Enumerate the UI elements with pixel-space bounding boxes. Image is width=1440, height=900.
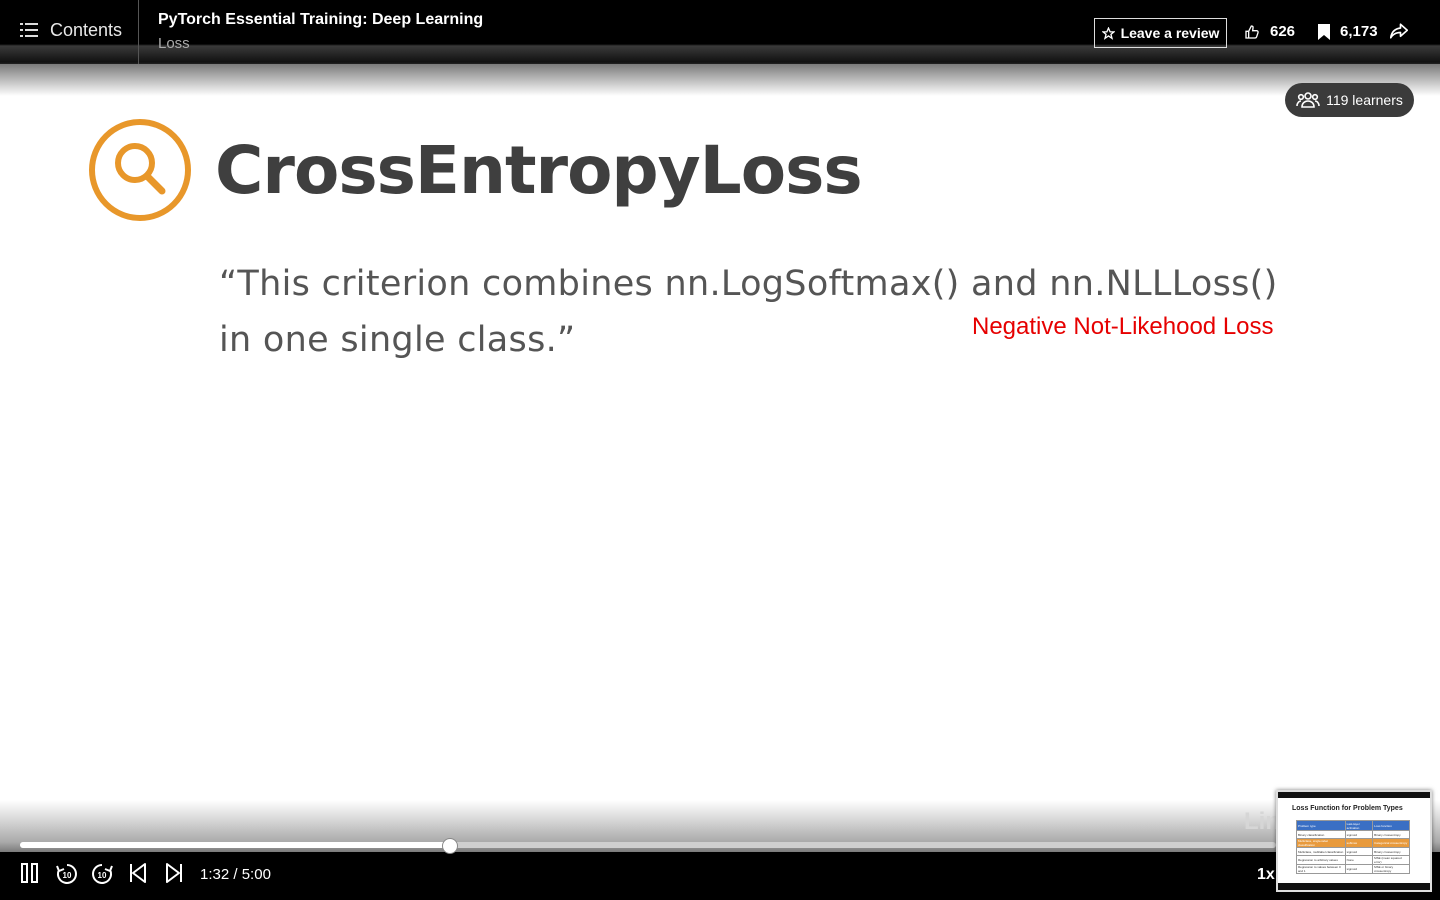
course-title: PyTorch Essential Training: Deep Learnin…	[158, 11, 484, 28]
learners-badge[interactable]: 119 learners	[1285, 83, 1414, 117]
chapter-title: Loss	[158, 35, 190, 52]
table-row: Regression to values between 0 and 1 sig…	[1296, 864, 1410, 874]
thumbnail-header-bar	[1278, 792, 1430, 798]
table-cell: Loss function	[1372, 820, 1410, 831]
magnifier-icon	[89, 119, 191, 221]
save-button[interactable]: 6,173	[1318, 23, 1378, 40]
current-time: 1:32	[200, 866, 230, 883]
previous-icon[interactable]	[128, 862, 148, 884]
thumbnail-title: Loss Function for Problem Types	[1292, 805, 1403, 812]
table-cell: Problem type	[1296, 820, 1346, 831]
star-icon	[1101, 26, 1115, 40]
table-cell: Binary classification	[1296, 830, 1346, 839]
progress-bar[interactable]	[20, 842, 1276, 848]
table-cell: Regression to arbitrary values	[1296, 855, 1346, 865]
thumbnail-controls-bar	[1278, 883, 1430, 890]
playback-speed-button[interactable]: 1x	[1257, 866, 1275, 884]
table-cell: softmax	[1344, 838, 1374, 848]
table-cell: None	[1344, 855, 1374, 865]
controls-fade	[0, 800, 1440, 860]
table-row: Regression to arbitrary values None MSE …	[1296, 855, 1410, 865]
share-icon	[1389, 23, 1409, 39]
table-row: Multiclass, multilabel classification si…	[1296, 847, 1410, 856]
table-cell: sigmoid	[1344, 830, 1374, 839]
thumbnail-table: Problem type Last-layer activation Loss …	[1296, 820, 1410, 874]
pause-icon[interactable]	[20, 862, 40, 884]
table-cell: MSE or binary crossentropy	[1372, 864, 1410, 874]
next-icon[interactable]	[164, 862, 184, 884]
time-separator: /	[233, 866, 238, 883]
svg-text:10: 10	[98, 871, 107, 880]
table-cell: sigmoid	[1344, 864, 1374, 874]
header-fade	[0, 64, 1440, 96]
learners-count: 119 learners	[1326, 92, 1403, 108]
thumbs-up-icon	[1245, 24, 1259, 39]
table-cell: Regression to values between 0 and 1	[1296, 864, 1346, 874]
like-count: 626	[1270, 23, 1296, 40]
annotation-text: Negative Not-Likehood Loss	[972, 313, 1274, 340]
preview-thumbnail[interactable]: Loss Function for Problem Types Problem …	[1276, 790, 1432, 892]
like-button[interactable]: 626	[1244, 23, 1295, 40]
slide-quote: “This criterion combines nn.LogSoftmax()…	[219, 264, 1278, 360]
forward-10-icon[interactable]: 10	[90, 862, 114, 886]
progress-fill	[20, 842, 449, 848]
share-button[interactable]	[1389, 23, 1409, 44]
progress-handle[interactable]	[441, 838, 458, 854]
leave-review-label: Leave a review	[1120, 25, 1220, 41]
table-cell: sigmoid	[1344, 847, 1374, 856]
table-row: Binary classification sigmoid Binary cro…	[1296, 830, 1410, 839]
svg-text:10: 10	[63, 871, 72, 880]
list-icon	[20, 23, 38, 37]
thumbnail-table-header: Problem type Last-layer activation Loss …	[1296, 820, 1410, 831]
time-display: 1:32 / 5:00	[200, 866, 271, 883]
people-icon	[1296, 92, 1320, 108]
rewind-10-icon[interactable]: 10	[55, 862, 79, 886]
table-cell: MSE (mean squared error)	[1372, 855, 1410, 865]
table-cell: Last-layer activation	[1344, 820, 1374, 831]
duration: 5:00	[241, 866, 271, 883]
leave-review-button[interactable]: Leave a review	[1094, 18, 1227, 48]
slide-heading: CrossEntropyLoss	[215, 132, 863, 209]
watermark: Lin	[1244, 808, 1280, 835]
video-header: Contents PyTorch Essential Training: Dee…	[0, 0, 1440, 64]
table-cell: Multiclass, multilabel classification	[1296, 847, 1346, 856]
bookmark-icon	[1318, 23, 1330, 40]
table-cell: Binary crossentropy	[1372, 830, 1410, 839]
save-count: 6,173	[1340, 23, 1378, 40]
table-row: Multiclass, single-label classification …	[1296, 838, 1410, 848]
contents-button[interactable]: Contents	[0, 0, 139, 64]
table-cell: Binary crossentropy	[1372, 847, 1410, 856]
contents-label: Contents	[50, 20, 123, 40]
table-cell: Categorical crossentropy	[1372, 838, 1410, 848]
table-cell: Multiclass, single-label classification	[1296, 838, 1346, 848]
